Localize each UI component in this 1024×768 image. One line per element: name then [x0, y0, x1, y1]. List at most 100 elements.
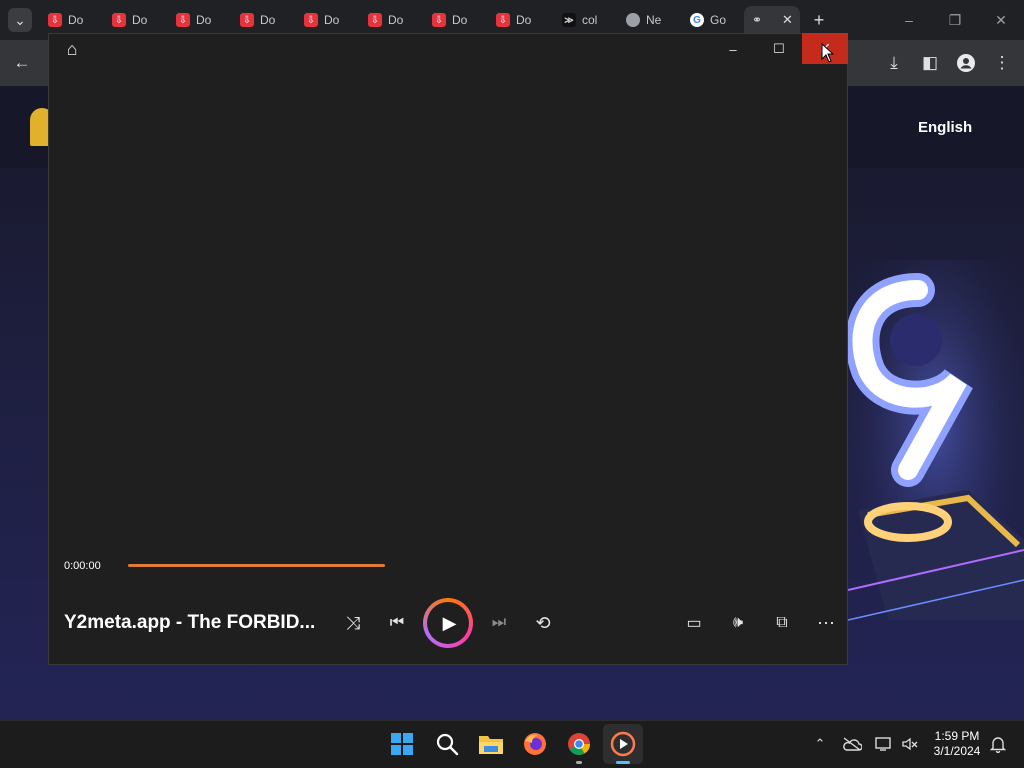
side-panel-icon: ◧ — [921, 53, 939, 72]
file-explorer-button[interactable] — [471, 724, 511, 764]
taskbar — [0, 720, 1024, 768]
next-button[interactable]: ⏭ — [486, 610, 512, 636]
taskbar-search-button[interactable] — [427, 724, 467, 764]
tab-label: Do — [516, 13, 532, 27]
tab-4[interactable]: ⇩ Do — [234, 6, 290, 34]
repeat-button[interactable]: ⟲ — [530, 610, 556, 636]
profile-button[interactable] — [948, 40, 984, 86]
browser-restore-button[interactable]: ❐ — [932, 0, 978, 40]
show-hidden-icons-button[interactable]: ⌃ — [808, 730, 832, 758]
onedrive-button[interactable] — [840, 730, 864, 758]
media-player-window — [48, 33, 848, 665]
download-icon: ⇩ — [368, 13, 382, 27]
language-selector[interactable]: English — [918, 119, 972, 136]
elapsed-time: 0:00:00 — [64, 560, 101, 572]
browser-close-button[interactable]: ✕ — [978, 0, 1024, 40]
media-player-icon — [610, 731, 636, 757]
tab-9[interactable]: ≫ col — [556, 6, 612, 34]
system-clock[interactable]: 1:59 PM 3/1/2024 — [924, 729, 990, 759]
home-button[interactable]: ⌂ — [60, 37, 84, 61]
media-player-active-indicator — [616, 761, 630, 764]
download-icon: ⇩ — [304, 13, 318, 27]
chrome-icon — [626, 13, 640, 27]
seek-bar[interactable] — [128, 564, 385, 567]
google-icon: G — [690, 13, 704, 27]
subtitles-button[interactable]: ▭ — [681, 610, 707, 636]
previous-icon: ⏮ — [389, 614, 405, 631]
browser-menu-button[interactable]: ⋮ — [984, 40, 1020, 86]
profile-icon — [957, 54, 975, 72]
tab-list-button[interactable]: ⌄ — [8, 8, 32, 32]
tab-active[interactable]: ⚭ ✕ — [744, 6, 800, 34]
next-icon: ⏭ — [491, 614, 507, 631]
tab-label: Do — [324, 13, 340, 27]
previous-button[interactable]: ⏮ — [384, 610, 410, 636]
tab-label: Do — [388, 13, 404, 27]
firefox-button[interactable] — [515, 724, 555, 764]
chrome-button[interactable] — [559, 724, 599, 764]
clock-date: 3/1/2024 — [933, 744, 981, 758]
player-maximize-button[interactable]: ☐ — [756, 34, 802, 64]
tab-2[interactable]: ⇩ Do — [106, 6, 162, 34]
shuffle-button[interactable]: ⤨ — [340, 610, 366, 636]
back-button[interactable]: ← — [4, 40, 40, 86]
tab-10[interactable]: Ne — [620, 6, 676, 34]
volume-button[interactable]: 🕪 — [725, 610, 751, 636]
tab-label: Do — [260, 13, 276, 27]
restore-icon: ❐ — [948, 11, 962, 28]
mouse-cursor-icon — [821, 43, 835, 63]
browser-minimize-button[interactable]: – — [886, 0, 932, 40]
mini-player-icon: ⧉ — [776, 614, 788, 631]
tab-11[interactable]: G Go — [684, 6, 740, 34]
media-player-taskbar-button[interactable] — [603, 724, 643, 764]
mini-player-button[interactable]: ⧉ — [769, 610, 795, 636]
download-icon: ⇩ — [112, 13, 126, 27]
play-button-inner: ▶ — [427, 602, 469, 644]
player-minimize-button[interactable]: – — [710, 34, 756, 64]
download-icon: ⇩ — [176, 13, 190, 27]
shuffle-icon: ⤨ — [345, 612, 361, 633]
tab-6[interactable]: ⇩ Do — [362, 6, 418, 34]
windows-logo-icon — [391, 733, 413, 755]
volume-muted-icon — [902, 737, 918, 751]
loading-icon: ⚭ — [751, 13, 763, 27]
tab-3[interactable]: ⇩ Do — [170, 6, 226, 34]
network-icon — [875, 737, 891, 751]
start-button[interactable] — [382, 724, 422, 764]
network-button[interactable] — [872, 730, 896, 758]
tab-7[interactable]: ⇩ Do — [426, 6, 482, 34]
plus-icon: + — [813, 9, 825, 30]
bell-icon — [990, 737, 1006, 753]
more-icon: ⋯ — [817, 612, 835, 633]
tab-5[interactable]: ⇩ Do — [298, 6, 354, 34]
volume-icon: 🕪 — [732, 614, 744, 631]
download-icon: ⤓ — [890, 53, 898, 72]
tab-label: col — [582, 13, 598, 27]
download-icon: ⇩ — [48, 13, 62, 27]
minimize-icon: – — [905, 12, 913, 28]
play-button[interactable]: ▶ — [423, 598, 473, 648]
repeat-icon: ⟲ — [535, 612, 551, 633]
chrome-icon — [568, 733, 590, 755]
chevron-up-icon: ⌃ — [814, 736, 826, 751]
download-icon: ⇩ — [240, 13, 254, 27]
clock-time: 1:59 PM — [934, 729, 980, 743]
tab-close-icon[interactable]: ✕ — [782, 12, 793, 28]
home-icon: ⌂ — [66, 38, 78, 59]
chrome-running-indicator — [576, 761, 582, 764]
download-icon: ⇩ — [432, 13, 446, 27]
tab-label: Go — [710, 13, 727, 27]
kebab-menu-icon: ⋮ — [993, 53, 1011, 72]
more-options-button[interactable]: ⋯ — [813, 610, 839, 636]
tab-label: Do — [132, 13, 148, 27]
notifications-button[interactable] — [986, 730, 1010, 758]
downloads-button[interactable]: ⤓ — [876, 40, 912, 86]
subtitles-icon: ▭ — [686, 615, 702, 632]
tab-8[interactable]: ⇩ Do — [490, 6, 546, 34]
new-tab-button[interactable]: + — [806, 8, 832, 32]
tab-label: Do — [68, 13, 84, 27]
volume-tray-button[interactable] — [898, 730, 922, 758]
side-panel-button[interactable]: ◧ — [912, 40, 948, 86]
tab-1[interactable]: ⇩ Do — [42, 6, 98, 34]
firefox-icon — [524, 733, 546, 755]
